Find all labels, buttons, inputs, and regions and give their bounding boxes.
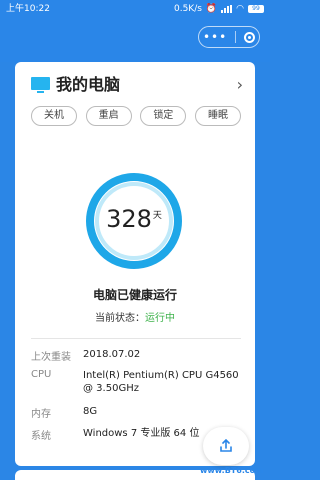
info-value: 8G <box>83 406 98 417</box>
uptime-ring: 328天 <box>85 172 183 270</box>
computer-card: 我的电脑 › 关机 重启 锁定 睡眠 328天 电脑已健康运行 当前状态：运行中… <box>15 62 255 466</box>
card-header[interactable]: 我的电脑 › <box>31 74 243 96</box>
alarm-icon: ⏰ <box>205 4 218 14</box>
share-icon <box>220 439 232 452</box>
more-icon[interactable]: ••• <box>203 31 227 43</box>
status-time: 上午10:22 <box>6 4 50 14</box>
info-label: CPU <box>31 369 52 380</box>
capsule-divider <box>235 31 237 43</box>
info-label: 内存 <box>31 409 51 420</box>
sleep-button[interactable]: 睡眠 <box>194 106 241 126</box>
shutdown-button[interactable]: 关机 <box>31 106 77 126</box>
current-state-value: 运行中 <box>145 313 175 324</box>
info-value: Intel(R) Pentium(R) CPU G4560 @ 3.50GHz <box>83 370 239 394</box>
uptime-days-number: 328 <box>106 205 152 233</box>
share-button[interactable] <box>203 427 249 465</box>
wifi-icon: ◠ <box>236 4 244 14</box>
status-bar: 上午10:22 0.5K/s ⏰ ◠ 99 <box>0 0 270 18</box>
mini-program-capsule: ••• <box>198 26 260 48</box>
health-status-text: 电脑已健康运行 <box>92 288 177 302</box>
close-circle-icon[interactable] <box>244 31 256 43</box>
restart-button[interactable]: 重启 <box>85 106 132 126</box>
status-icons: 0.5K/s ⏰ ◠ 99 <box>174 0 264 18</box>
battery-icon: 99 <box>248 5 264 13</box>
page-title: 我的电脑 <box>56 75 121 94</box>
watermark: www.BT6.com <box>200 466 264 475</box>
monitor-icon <box>31 77 50 94</box>
uptime-days: 328天 <box>85 204 183 234</box>
info-label: 上次重装 <box>31 352 71 363</box>
uptime-days-unit: 天 <box>152 211 162 221</box>
current-state: 当前状态：运行中 <box>15 309 255 324</box>
info-value: 2018.07.02 <box>83 349 141 360</box>
net-speed: 0.5K/s <box>173 4 202 14</box>
current-state-label: 当前状态： <box>95 313 145 324</box>
chevron-right-icon[interactable]: › <box>237 75 243 95</box>
divider <box>31 338 241 339</box>
lock-button[interactable]: 锁定 <box>140 106 187 126</box>
signal-icon <box>221 5 233 13</box>
action-buttons: 关机 重启 锁定 睡眠 <box>31 106 241 128</box>
info-label: 系统 <box>31 431 51 442</box>
